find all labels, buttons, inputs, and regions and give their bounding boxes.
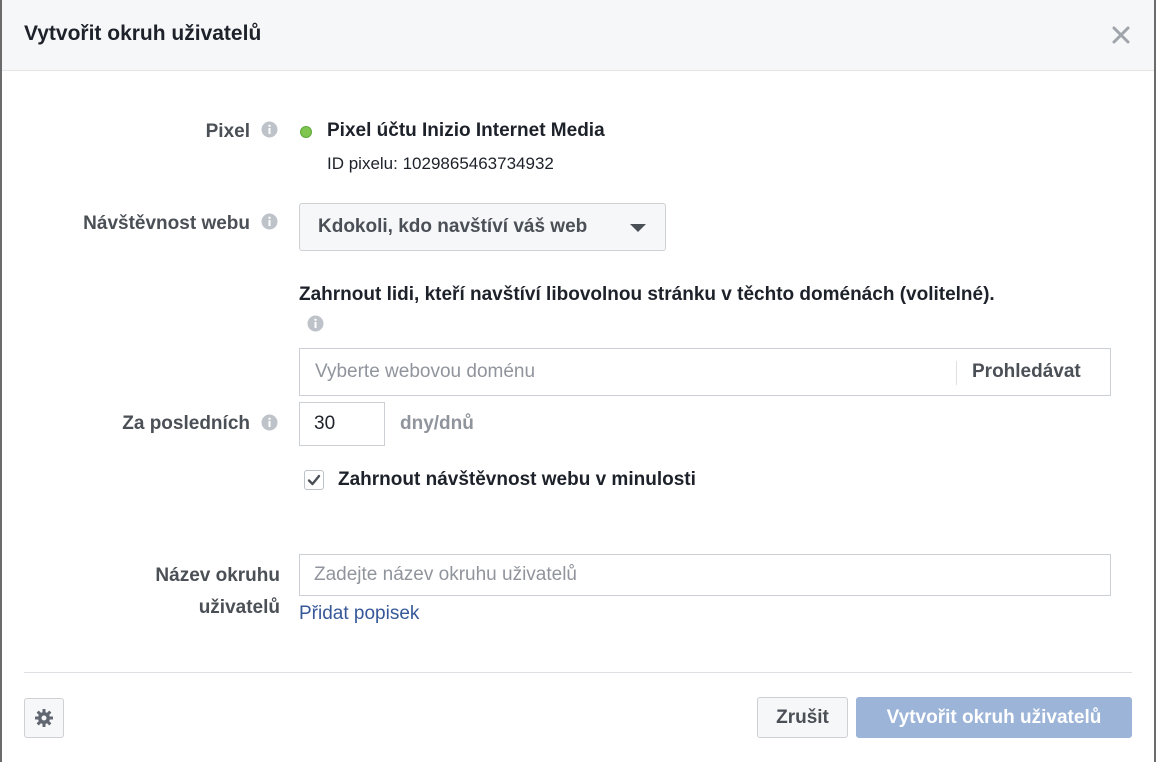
add-description-link[interactable]: Přidat popisek: [299, 603, 419, 625]
create-audience-dialog: Vytvořit okruh uživatelů Pixel Pixel účt…: [2, 0, 1154, 762]
retention-unit: dny/dnů: [400, 413, 474, 434]
settings-button[interactable]: [24, 698, 64, 738]
divider: [956, 361, 957, 385]
checkmark-icon: [307, 474, 321, 486]
audience-name-label-line1: Název okruhu: [155, 565, 280, 586]
gear-icon: [35, 709, 53, 727]
footer-divider: [24, 672, 1132, 673]
info-icon[interactable]: [307, 315, 324, 332]
pixel-status-dot: [300, 126, 312, 138]
domain-input[interactable]: [301, 350, 941, 394]
pixel-name: Pixel účtu Inizio Internet Media: [327, 120, 605, 141]
pixel-label: Pixel: [205, 121, 250, 142]
create-audience-button[interactable]: Vytvořit okruh uživatelů: [856, 697, 1132, 738]
domain-search-button[interactable]: Prohledávat: [972, 361, 1081, 383]
audience-name-label-line2: uživatelů: [198, 597, 280, 618]
dialog-header: Vytvořit okruh uživatelů: [2, 0, 1154, 71]
caret-down-icon: [630, 224, 646, 232]
past-traffic-label[interactable]: Zahrnout návštěvnost webu v minulosti: [338, 469, 696, 491]
audience-name-input[interactable]: [299, 554, 1111, 596]
cancel-button[interactable]: Zrušit: [757, 697, 848, 738]
retention-days-input[interactable]: [299, 402, 385, 446]
retention-label: Za posledních: [122, 413, 250, 434]
info-icon[interactable]: [261, 414, 278, 431]
traffic-dropdown[interactable]: Kdokoli, kdo navštíví váš web: [299, 203, 666, 251]
domains-heading: Zahrnout lidi, kteří navštíví libovolnou…: [299, 284, 995, 305]
dialog-title: Vytvořit okruh uživatelů: [24, 22, 262, 45]
past-traffic-checkbox[interactable]: [304, 470, 324, 490]
info-icon[interactable]: [261, 121, 278, 138]
traffic-label: Návštěvnost webu: [83, 213, 250, 234]
pixel-id: ID pixelu: 1029865463734932: [327, 154, 554, 173]
info-icon[interactable]: [261, 213, 278, 230]
domain-search-box: Prohledávat: [299, 348, 1111, 396]
close-icon[interactable]: [1110, 24, 1132, 46]
traffic-dropdown-label: Kdokoli, kdo navštíví váš web: [318, 216, 588, 237]
